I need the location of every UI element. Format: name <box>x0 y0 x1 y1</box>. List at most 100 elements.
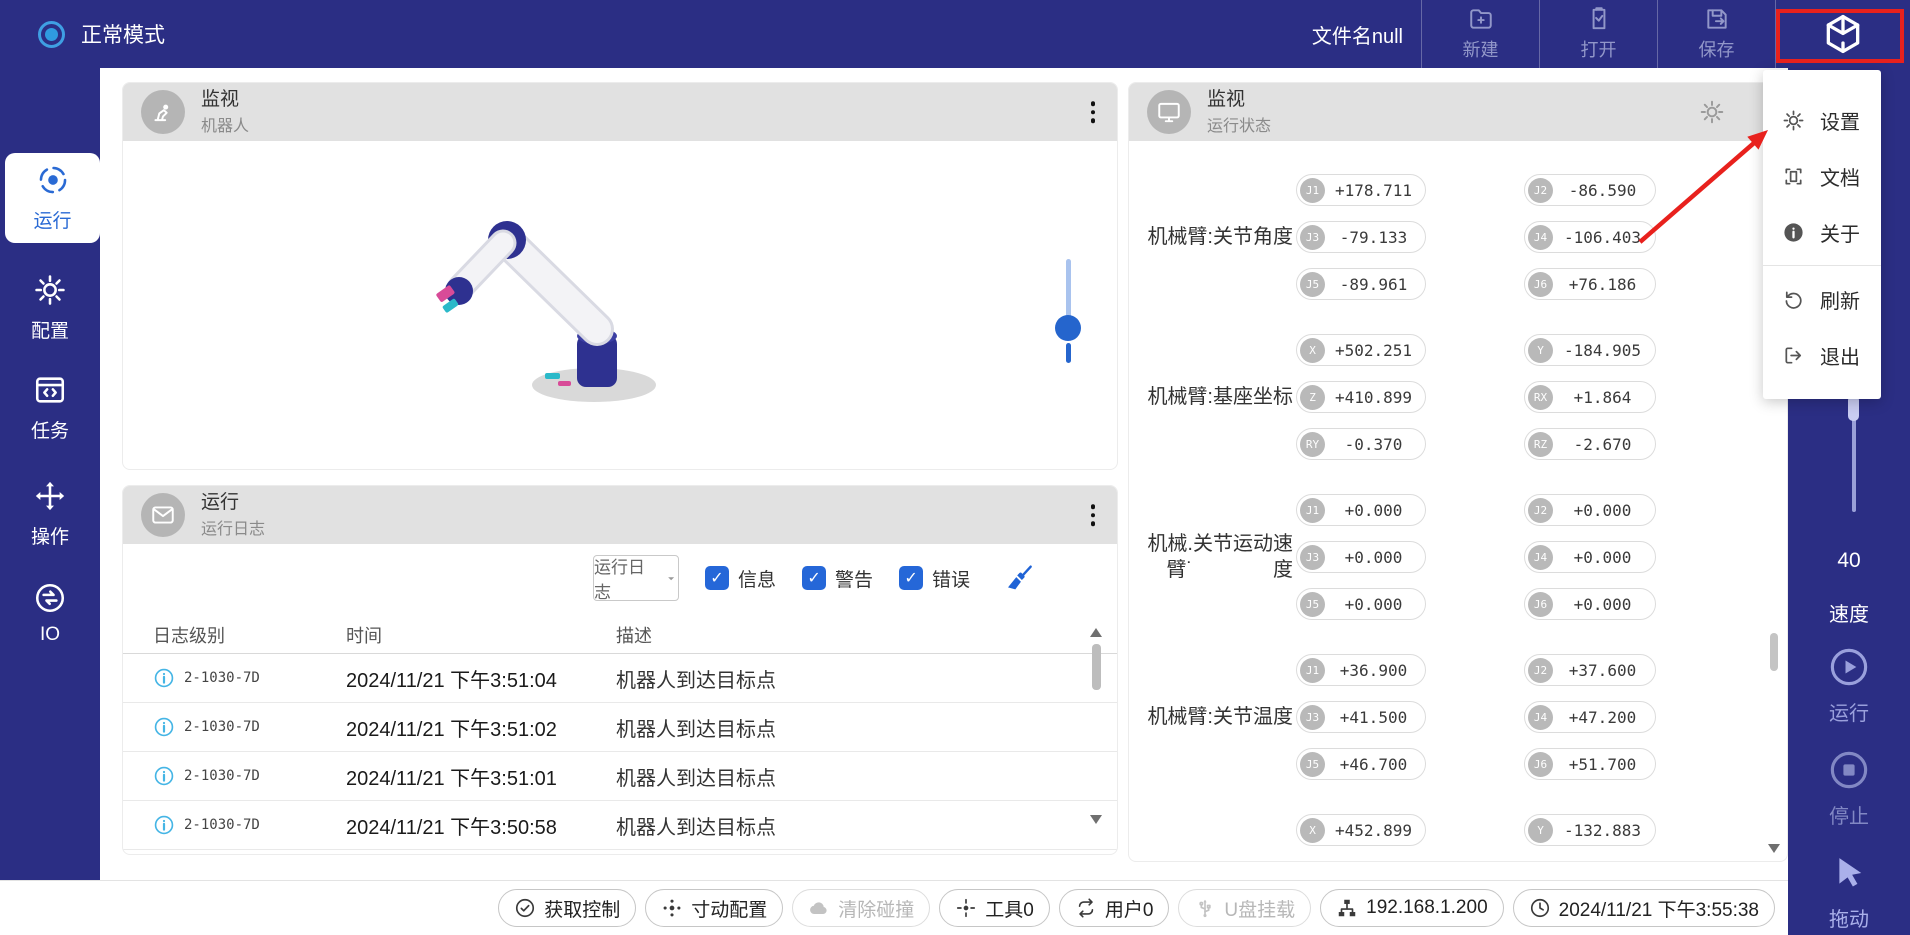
play-icon <box>1828 646 1870 688</box>
task-icon <box>33 373 67 407</box>
axis-value: -89.961 <box>1325 275 1422 294</box>
scroll-down-icon[interactable] <box>1090 815 1102 824</box>
tool-button[interactable]: 工具0 <box>939 889 1050 927</box>
axis-badge: J3 <box>1300 545 1325 570</box>
scrollbar-thumb[interactable] <box>1770 633 1778 671</box>
log-scrollbar[interactable] <box>1089 628 1103 824</box>
log-filter-错误[interactable]: 错误 <box>899 565 970 592</box>
table-row[interactable]: 2-1030-7D2024/11/21 下午3:51:01机器人到达目标点 <box>123 752 1117 801</box>
label-line: 机械.基坐标系速 <box>1147 860 1293 862</box>
status-rows: X+452.899Y-132.883 <box>1296 814 1656 862</box>
app-menu-button[interactable] <box>1775 0 1910 68</box>
network-address[interactable]: 192.168.1.200 <box>1320 889 1504 927</box>
menu-item-docs[interactable]: 文档 <box>1763 148 1881 204</box>
axis-value: +47.200 <box>1553 708 1652 727</box>
save-button[interactable]: 保存 <box>1657 0 1775 68</box>
collision-icon <box>808 897 830 919</box>
logout-icon <box>1782 344 1805 367</box>
slider-handle[interactable] <box>1055 315 1081 341</box>
axis-badge: J2 <box>1528 498 1553 523</box>
axis-badge: J5 <box>1300 752 1325 777</box>
log-description: 机器人到达目标点 <box>616 713 1087 742</box>
robot-panel-title: 监视 <box>201 88 249 113</box>
monitor-panel-title: 监视 <box>1207 88 1271 113</box>
monitor-sections: 机械臂:关节角度J1+178.711J2-86.590J3-79.133J4-1… <box>1135 174 1783 862</box>
menu-item-label: 刷新 <box>1820 285 1860 314</box>
mail-icon <box>141 493 185 537</box>
clear-collision-button: 清除碰撞 <box>792 889 930 927</box>
axis-badge: J1 <box>1300 178 1325 203</box>
robot-monitor-panel: 监视 机器人 <box>122 82 1118 470</box>
robot-panel-menu-icon[interactable] <box>1087 97 1100 127</box>
value-pill: J2+37.600 <box>1524 654 1656 686</box>
gear-icon[interactable] <box>1699 99 1725 125</box>
log-panel-menu-icon[interactable] <box>1087 500 1100 530</box>
log-rows: 2-1030-7D2024/11/21 下午3:51:04机器人到达目标点2-1… <box>123 654 1117 850</box>
status-section-label: 机械.关节运动速臂˙ 度 <box>1135 494 1296 620</box>
topbar-actions: 新建打开保存 <box>1421 0 1775 68</box>
robot-3d-model[interactable] <box>409 179 709 419</box>
robot-view-zoom-slider[interactable] <box>1055 259 1081 363</box>
robot-arm-icon <box>141 90 185 134</box>
status-row: J5-89.961J6+76.186 <box>1296 268 1656 300</box>
datetime[interactable]: 2024/11/21 下午3:55:38 <box>1513 889 1775 927</box>
log-filter-警告[interactable]: 警告 <box>802 565 873 592</box>
axis-badge: J6 <box>1528 592 1553 617</box>
run-status-panel: 监视 运行状态 机械臂:关节角度J1+178.711J2-86.590J3-79… <box>1128 82 1788 862</box>
move-icon <box>33 479 67 513</box>
log-type-dropdown[interactable]: 运行日志 <box>593 555 679 601</box>
log-filter-信息[interactable]: 信息 <box>705 565 776 592</box>
sidebar-item-operate[interactable]: 操作 <box>0 479 100 549</box>
acquire-control-button[interactable]: 获取控制 <box>498 889 636 927</box>
new-button[interactable]: 新建 <box>1421 0 1539 68</box>
value-pill: RZ-2.670 <box>1524 428 1656 460</box>
menu-item-refresh[interactable]: 刷新 <box>1763 271 1881 327</box>
axis-badge: J5 <box>1300 592 1325 617</box>
stop-button[interactable]: 停止 <box>1788 749 1910 829</box>
sidebar-item-config[interactable]: 配置 <box>0 273 100 343</box>
scroll-down-icon[interactable] <box>1768 844 1780 853</box>
menu-item-settings[interactable]: 设置 <box>1763 92 1881 148</box>
checkbox-checked-icon[interactable] <box>802 566 826 590</box>
checkbox-checked-icon[interactable] <box>899 566 923 590</box>
label-line: 机械臂:关节角度 <box>1147 224 1293 250</box>
clock-icon <box>1529 897 1551 919</box>
status-row: J5+0.000J6+0.000 <box>1296 588 1656 620</box>
run-button[interactable]: 运行 <box>1788 646 1910 726</box>
log-level-code: 2-1030-7D <box>184 768 260 784</box>
user-button[interactable]: 用户0 <box>1059 889 1170 927</box>
drag-button[interactable]: 拖动 <box>1788 852 1910 932</box>
status-rows: J1+0.000J2+0.000J3+0.000J4+0.000J5+0.000… <box>1296 494 1656 620</box>
bottom-button-label: 获取控制 <box>544 895 620 922</box>
menu-divider <box>1763 265 1881 266</box>
left-sidebar: 运行配置任务操作 IO <box>0 68 100 880</box>
table-row[interactable]: 2-1030-7D2024/11/21 下午3:50:58机器人到达目标点 <box>123 801 1117 850</box>
log-level-cell: 2-1030-7D <box>153 765 346 787</box>
tool-icon <box>955 897 977 919</box>
bottom-status-bar: 获取控制寸动配置清除碰撞工具0用户0U盘挂载192.168.1.2002024/… <box>0 880 1788 935</box>
sidebar-item-io[interactable]: IO <box>0 581 100 646</box>
sidebar-item-label: 配置 <box>31 316 69 343</box>
axis-badge: J3 <box>1300 705 1325 730</box>
status-row: J3+0.000J4+0.000 <box>1296 541 1656 573</box>
status-section-label: 机械臂:基座坐标 <box>1135 334 1296 460</box>
status-section: 机械.关节运动速臂˙ 度J1+0.000J2+0.000J3+0.000J4+0… <box>1135 494 1783 620</box>
open-button[interactable]: 打开 <box>1539 0 1657 68</box>
value-pill: J6+76.186 <box>1524 268 1656 300</box>
broom-icon[interactable] <box>1004 562 1036 594</box>
scrollbar-thumb[interactable] <box>1092 644 1101 690</box>
axis-value: -184.905 <box>1553 341 1652 360</box>
value-pill: J3-79.133 <box>1296 221 1426 253</box>
checkbox-checked-icon[interactable] <box>705 566 729 590</box>
menu-item-about[interactable]: 关于 <box>1763 204 1881 260</box>
scroll-up-icon[interactable] <box>1090 628 1102 637</box>
jog-config-button[interactable]: 寸动配置 <box>645 889 783 927</box>
axis-value: -79.133 <box>1325 228 1422 247</box>
sidebar-item-task[interactable]: 任务 <box>0 373 100 443</box>
status-section: 机械臂:关节温度J1+36.900J2+37.600J3+41.500J4+47… <box>1135 654 1783 780</box>
table-row[interactable]: 2-1030-7D2024/11/21 下午3:51:02机器人到达目标点 <box>123 703 1117 752</box>
menu-item-exit[interactable]: 退出 <box>1763 327 1881 383</box>
table-row[interactable]: 2-1030-7D2024/11/21 下午3:51:04机器人到达目标点 <box>123 654 1117 703</box>
sidebar-item-run[interactable]: 运行 <box>5 153 100 243</box>
axis-badge: J6 <box>1528 272 1553 297</box>
